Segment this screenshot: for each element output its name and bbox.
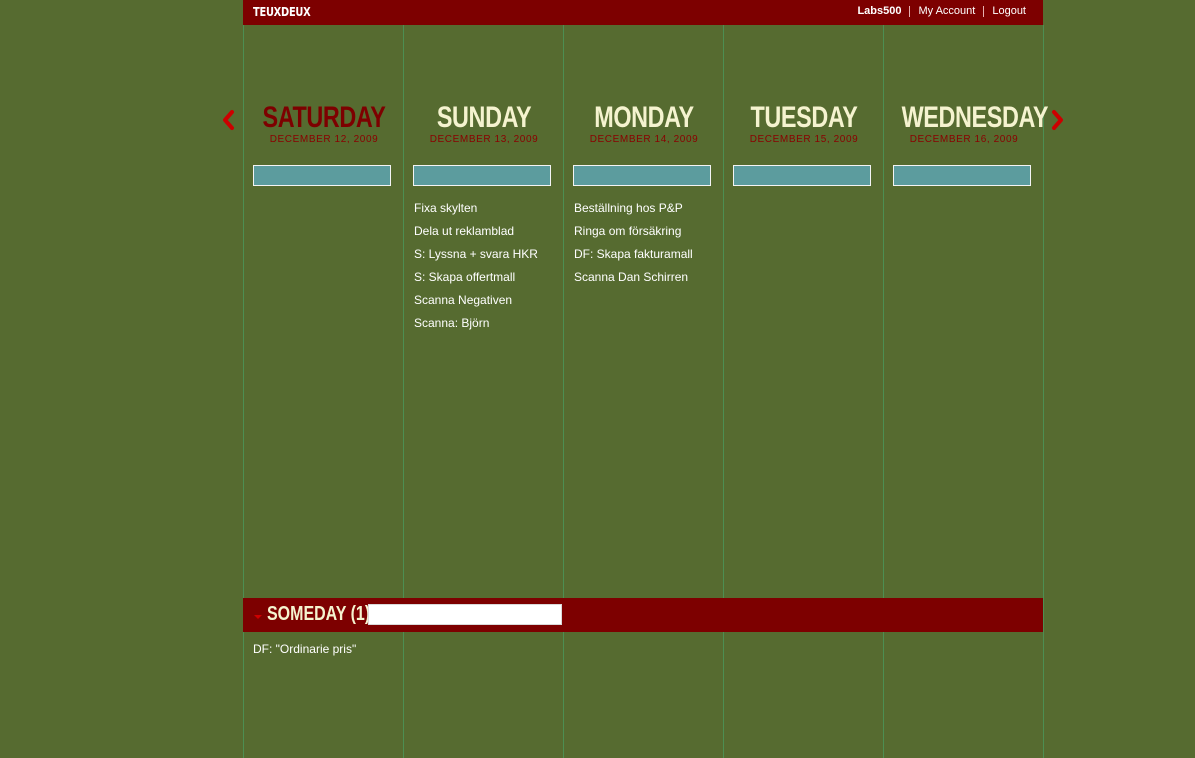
- todo-item[interactable]: S: Skapa offertmall: [414, 270, 538, 293]
- someday-new-todo-input[interactable]: [368, 604, 562, 625]
- user-link[interactable]: Labs500: [857, 6, 909, 17]
- previous-days-arrow[interactable]: [220, 109, 238, 131]
- user-nav: Labs500 My Account Logout: [857, 6, 1026, 17]
- todo-item[interactable]: Beställning hos P&P: [574, 201, 693, 224]
- someday-bar: SOMEDAY (1): [243, 598, 1043, 632]
- todo-list: Beställning hos P&P Ringa om försäkring DF…: [574, 201, 693, 293]
- day-name: WEDNESDAY: [901, 101, 1049, 134]
- todo-list: Fixa skylten Dela ut reklamblad S: Lyssna …: [414, 201, 538, 339]
- caret-down-icon[interactable]: [253, 612, 263, 620]
- someday-todo-item[interactable]: DF: "Ordinarie pris": [253, 642, 356, 656]
- day-column-monday: MONDAY DECEMBER 14, 2009 Beställning hos P…: [563, 25, 724, 758]
- day-name: SUNDAY: [436, 101, 532, 134]
- todo-item[interactable]: Ringa om försäkring: [574, 224, 693, 247]
- chevron-left-icon: [223, 110, 234, 130]
- day-date: DECEMBER 15, 2009: [749, 134, 859, 145]
- day-date: DECEMBER 16, 2009: [909, 134, 1019, 145]
- next-days-arrow[interactable]: [1050, 109, 1068, 131]
- todo-item[interactable]: Scanna Negativen: [414, 293, 538, 316]
- todo-item[interactable]: S: Lyssna + svara HKR: [414, 247, 538, 270]
- todo-item[interactable]: Dela ut reklamblad: [414, 224, 538, 247]
- logout-link[interactable]: Logout: [983, 6, 1026, 17]
- new-todo-input[interactable]: [253, 165, 391, 186]
- new-todo-input[interactable]: [893, 165, 1031, 186]
- day-name: SATURDAY: [262, 101, 386, 134]
- new-todo-input[interactable]: [733, 165, 871, 186]
- day-column-tuesday: TUESDAY DECEMBER 15, 2009: [723, 25, 884, 758]
- my-account-link[interactable]: My Account: [909, 6, 983, 17]
- day-column-sunday: SUNDAY DECEMBER 13, 2009 Fixa skylten Dela …: [403, 25, 564, 758]
- day-name: TUESDAY: [750, 101, 858, 134]
- new-todo-input[interactable]: [413, 165, 551, 186]
- day-date: DECEMBER 14, 2009: [589, 134, 699, 145]
- someday-title[interactable]: SOMEDAY (1): [267, 603, 370, 625]
- todo-item[interactable]: Fixa skylten: [414, 201, 538, 224]
- day-column-wednesday: WEDNESDAY DECEMBER 16, 2009: [883, 25, 1049, 758]
- chevron-right-icon: [1052, 110, 1063, 130]
- someday-todo-list: DF: "Ordinarie pris": [253, 642, 356, 656]
- todo-item[interactable]: DF: Skapa fakturamall: [574, 247, 693, 270]
- new-todo-input[interactable]: [573, 165, 711, 186]
- teuxdeux-app: TEUXDEUX Labs500 My Account Logout SATUR…: [243, 0, 1049, 758]
- day-name: MONDAY: [594, 101, 694, 134]
- day-date: DECEMBER 12, 2009: [269, 134, 379, 145]
- brand-logo[interactable]: TEUXDEUX: [253, 5, 311, 19]
- todo-item[interactable]: Scanna: Björn: [414, 316, 538, 339]
- top-bar: TEUXDEUX Labs500 My Account Logout: [243, 0, 1043, 25]
- day-date: DECEMBER 13, 2009: [429, 134, 539, 145]
- todo-item[interactable]: Scanna Dan Schirren: [574, 270, 693, 293]
